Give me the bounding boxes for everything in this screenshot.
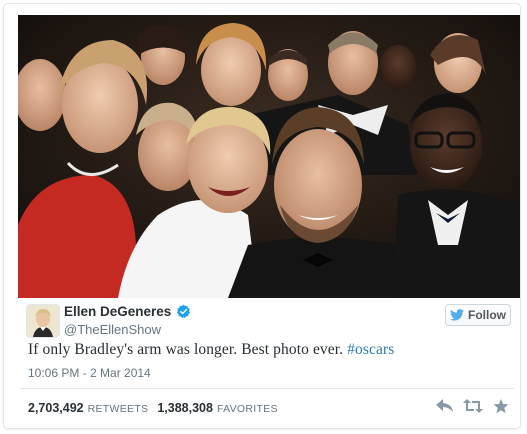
twitter-bird-icon [450,309,464,321]
follow-button[interactable]: Follow [445,304,511,326]
retweet-icon[interactable] [463,397,483,415]
avatar-image [27,305,59,337]
tweet-text: If only Bradley's arm was longer. Best p… [28,341,394,359]
follow-label: Follow [468,308,506,322]
favorites-count[interactable]: 1,388,308 [157,401,213,415]
tweet-card: Ellen DeGeneres @TheEllenShow Follow If … [3,3,521,429]
tweet-timestamp[interactable]: 10:06 PM - 2 Mar 2014 [28,366,151,380]
retweets-count[interactable]: 2,703,492 [28,401,84,415]
retweets-label[interactable]: RETWEETS [88,403,149,415]
display-name-link[interactable]: Ellen DeGeneres [64,304,191,319]
favorite-icon[interactable] [491,397,511,415]
divider [20,388,514,389]
hashtag-link[interactable]: #oscars [347,341,394,358]
tweet-text-main: If only Bradley's arm was longer. Best p… [28,341,344,358]
tweet-actions [435,397,511,415]
tweet-stats: 2,703,492 RETWEETS 1,388,308 FAVORITES [28,401,287,415]
user-handle[interactable]: @TheEllenShow [64,322,161,337]
display-name: Ellen DeGeneres [64,304,172,319]
tweet-photo[interactable] [18,15,520,298]
selfie-image [18,15,520,298]
avatar[interactable] [26,304,60,338]
verified-icon [176,304,191,319]
reply-icon[interactable] [435,397,455,415]
favorites-label[interactable]: FAVORITES [217,403,278,415]
